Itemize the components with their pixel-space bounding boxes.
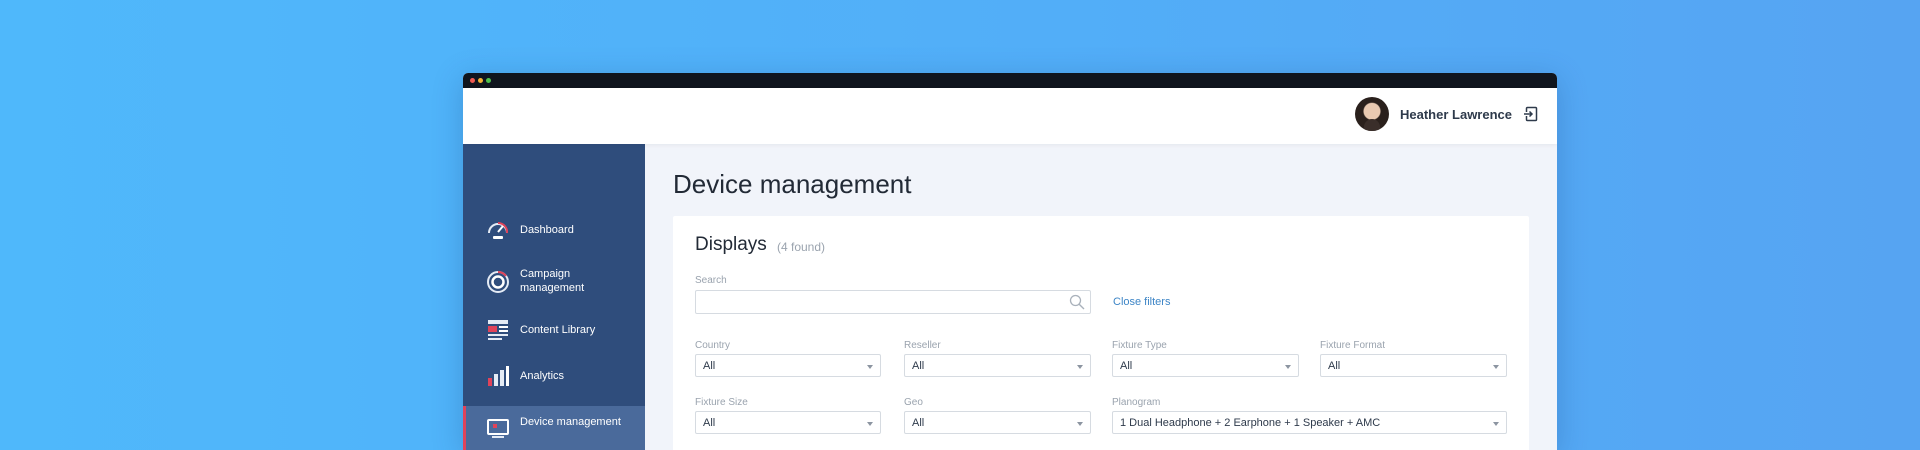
chevron-down-icon: [867, 422, 873, 426]
country-label: Country: [695, 340, 731, 351]
chevron-down-icon: [1285, 365, 1291, 369]
logout-icon[interactable]: [1523, 106, 1539, 122]
select-value: All: [912, 417, 925, 429]
chevron-down-icon: [867, 365, 873, 369]
search-input[interactable]: [695, 290, 1091, 314]
sidebar: Dashboard Campaign management Content Li…: [463, 144, 645, 450]
close-filters-link[interactable]: Close filters: [1113, 296, 1170, 308]
top-bar: Heather Lawrence: [463, 88, 1557, 144]
chevron-down-icon: [1493, 422, 1499, 426]
planogram-label: Planogram: [1112, 397, 1161, 408]
library-icon: [486, 318, 510, 342]
select-value: All: [703, 417, 716, 429]
sidebar-item-label: Dashboard: [520, 224, 574, 236]
sidebar-item-label: Campaign management: [520, 268, 585, 294]
window-minimize-dot[interactable]: [478, 78, 483, 83]
country-select[interactable]: All: [695, 354, 881, 377]
reseller-select[interactable]: All: [904, 354, 1091, 377]
select-value: All: [912, 360, 925, 372]
sidebar-item-dashboard[interactable]: Dashboard: [463, 209, 645, 249]
sidebar-item-analytics[interactable]: Analytics: [463, 355, 645, 395]
search-label: Search: [695, 275, 727, 286]
reseller-label: Reseller: [904, 340, 941, 351]
fixture-size-label: Fixture Size: [695, 397, 748, 408]
fixture-size-select[interactable]: All: [695, 411, 881, 434]
planogram-select[interactable]: 1 Dual Headphone + 2 Earphone + 1 Speake…: [1112, 411, 1507, 434]
results-count: (4 found): [777, 240, 826, 254]
select-value: All: [703, 360, 716, 372]
sidebar-item-label: Content Library: [520, 324, 596, 336]
chevron-down-icon: [1077, 365, 1083, 369]
card-title: Displays: [695, 234, 767, 255]
select-value: All: [1328, 360, 1341, 372]
window-close-dot[interactable]: [470, 78, 475, 83]
main-content: Device management Displays (4 found) Sea…: [645, 144, 1557, 450]
speedometer-icon: [486, 218, 510, 242]
user-name[interactable]: Heather Lawrence: [1400, 107, 1512, 122]
bar-chart-icon: [486, 364, 510, 388]
fixture-format-select[interactable]: All: [1320, 354, 1507, 377]
avatar[interactable]: [1355, 97, 1389, 131]
fixture-format-label: Fixture Format: [1320, 340, 1386, 351]
app-window: Heather Lawrence Dashboard Campaign mana…: [463, 73, 1557, 450]
select-value: 1 Dual Headphone + 2 Earphone + 1 Speake…: [1120, 417, 1381, 429]
sidebar-item-label: Analytics: [520, 370, 565, 382]
chevron-down-icon: [1077, 422, 1083, 426]
sidebar-item-campaign-management[interactable]: Campaign management: [463, 259, 645, 303]
sidebar-item-label: Device management: [520, 416, 621, 428]
geo-label: Geo: [904, 397, 923, 408]
chevron-down-icon: [1493, 365, 1499, 369]
target-icon: [486, 270, 510, 294]
sidebar-item-device-management[interactable]: Device management: [463, 406, 645, 450]
page-title: Device management: [673, 169, 912, 199]
select-value: All: [1120, 360, 1133, 372]
geo-select[interactable]: All: [904, 411, 1091, 434]
sidebar-item-content-library[interactable]: Content Library: [463, 309, 645, 349]
fixture-type-label: Fixture Type: [1112, 340, 1167, 351]
search-icon[interactable]: [1069, 294, 1085, 310]
displays-card: Displays (4 found) Search Close filters …: [673, 216, 1529, 450]
monitor-icon: [486, 417, 510, 441]
window-titlebar: [463, 73, 1557, 88]
fixture-type-select[interactable]: All: [1112, 354, 1299, 377]
window-maximize-dot[interactable]: [486, 78, 491, 83]
